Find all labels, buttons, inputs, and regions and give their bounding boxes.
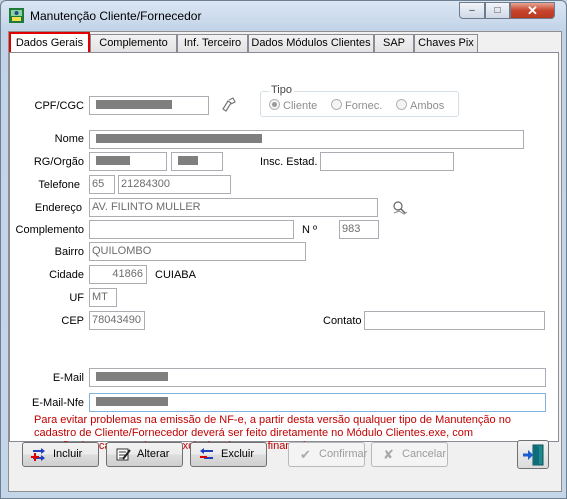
close-button[interactable]: ✕ <box>510 2 555 19</box>
warning-line-2: cadastro de Cliente/Fornecedor deverá se… <box>34 427 474 439</box>
add-record-icon <box>31 447 48 462</box>
excluir-label: Excluir <box>221 448 255 460</box>
complemento-label: Complemento <box>15 224 84 236</box>
nome-label: Nome <box>54 133 84 145</box>
radio-fornec-dot <box>331 99 342 110</box>
cancel-icon: ✘ <box>383 447 394 462</box>
delete-record-icon <box>199 447 216 462</box>
telefone-label: Telefone <box>38 179 80 191</box>
email-nfe-field[interactable] <box>89 393 546 412</box>
insc-estad-field[interactable] <box>320 152 454 171</box>
edit-record-icon <box>115 447 132 462</box>
telefone-ddd-field[interactable]: 65 <box>89 175 115 194</box>
numero-label: N º <box>302 224 318 236</box>
telefone-field[interactable]: 21284300 <box>118 175 231 194</box>
endereco-field[interactable]: AV. FILINTO MULLER <box>89 198 378 217</box>
exit-door-icon <box>523 444 544 466</box>
contato-field[interactable] <box>364 311 545 330</box>
tipo-group: Tipo Cliente Fornec. Ambos <box>260 84 459 117</box>
rg-field[interactable] <box>89 152 167 171</box>
radio-ambos-dot <box>396 99 407 110</box>
radio-ambos[interactable]: Ambos <box>396 99 444 112</box>
app-icon <box>9 8 24 23</box>
rg-orgao-field[interactable] <box>171 152 223 171</box>
window-title: Manutenção Cliente/Fornecedor <box>30 9 202 23</box>
app-window: Manutenção Cliente/Fornecedor – □ ✕ Dado… <box>0 0 567 499</box>
tipo-label: Tipo <box>269 84 294 96</box>
warning-line-1: Para evitar problemas na emissão de NF-e… <box>34 414 511 426</box>
incluir-label: Incluir <box>53 448 83 460</box>
cancelar-label: Cancelar <box>402 448 447 460</box>
uf-label: UF <box>69 292 84 304</box>
alterar-button[interactable]: Alterar <box>106 442 183 467</box>
radio-cliente-dot <box>269 99 280 110</box>
cancelar-button[interactable]: ✘ Cancelar <box>371 442 448 467</box>
endereco-label: Endereço <box>34 202 82 214</box>
confirmar-button[interactable]: ✔ Confirmar <box>288 442 368 467</box>
radio-cliente-label: Cliente <box>283 100 318 112</box>
cidade-code-field[interactable]: 41866 <box>89 265 147 284</box>
tab-complemento[interactable]: Complemento <box>90 34 177 52</box>
confirmar-label: Confirmar <box>319 448 368 460</box>
insc-estad-label: Insc. Estad. <box>260 156 318 168</box>
dados-gerais-panel: CPF/CGC Tipo Cliente Fornec. Ambos Nome … <box>9 52 559 452</box>
complemento-field[interactable] <box>89 220 294 239</box>
cep-field[interactable]: 78043490 <box>89 311 145 330</box>
radio-fornec[interactable]: Fornec. <box>331 99 382 112</box>
map-search-icon[interactable] <box>391 199 409 217</box>
client-area: Dados Gerais Complemento Inf. Terceiro D… <box>8 31 562 492</box>
title-bar: Manutenção Cliente/Fornecedor – □ ✕ <box>1 1 566 29</box>
incluir-button[interactable]: Incluir <box>22 442 99 467</box>
cidade-name: CUIABA <box>155 269 196 281</box>
alterar-label: Alterar <box>137 448 170 460</box>
tab-dados-gerais[interactable]: Dados Gerais <box>9 32 90 53</box>
tab-chaves-pix[interactable]: Chaves Pix <box>414 34 478 52</box>
tab-sap[interactable]: SAP <box>374 34 414 52</box>
bairro-field[interactable]: QUILOMBO <box>89 242 306 261</box>
minimize-button[interactable]: – <box>459 2 485 19</box>
tab-inf-terceiro[interactable]: Inf. Terceiro <box>177 34 248 52</box>
exit-button[interactable] <box>517 440 549 469</box>
cep-label: CEP <box>61 315 84 327</box>
bairro-label: Bairro <box>54 246 84 258</box>
radio-cliente[interactable]: Cliente <box>269 99 317 112</box>
radio-ambos-label: Ambos <box>410 100 445 112</box>
email-field[interactable] <box>89 368 546 387</box>
numero-field[interactable]: 983 <box>339 220 379 239</box>
cidade-label: Cidade <box>49 269 84 281</box>
uf-field[interactable]: MT <box>89 288 117 307</box>
contato-label: Contato <box>323 315 362 327</box>
tab-dados-modulos-clientes[interactable]: Dados Módulos Clientes <box>248 34 374 52</box>
cpf-label: CPF/CGC <box>34 100 85 112</box>
email-label: E-Mail <box>52 372 84 384</box>
excluir-button[interactable]: Excluir <box>190 442 267 467</box>
maximize-button[interactable]: □ <box>485 2 510 19</box>
check-icon: ✔ <box>300 447 311 462</box>
radio-fornec-label: Fornec. <box>345 100 383 112</box>
cpf-field[interactable] <box>89 96 209 115</box>
nome-field[interactable] <box>89 130 524 149</box>
search-cpf-icon[interactable] <box>219 96 237 114</box>
rg-label: RG/Orgão <box>33 156 84 168</box>
email-nfe-label: E-Mail-Nfe <box>32 397 84 409</box>
